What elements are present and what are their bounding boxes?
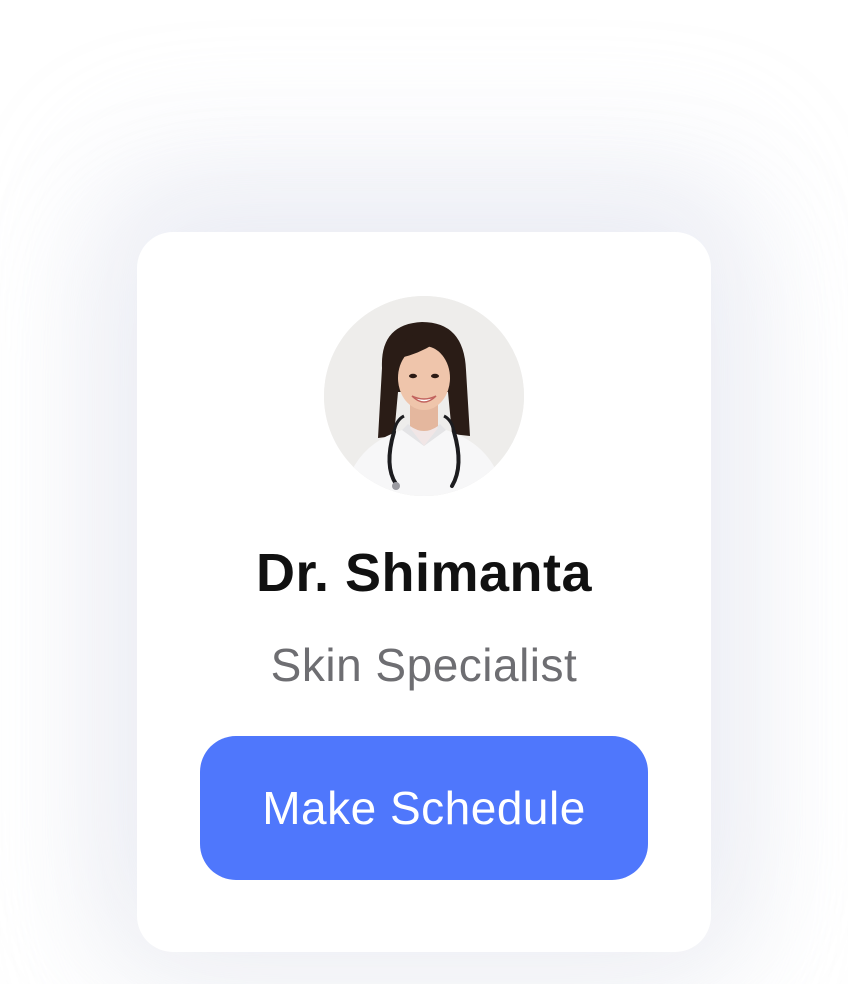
avatar xyxy=(324,296,524,496)
doctor-card: Dr. Shimanta Skin Specialist Make Schedu… xyxy=(137,232,711,952)
make-schedule-button[interactable]: Make Schedule xyxy=(200,736,648,880)
page: Dr. Shimanta Skin Specialist Make Schedu… xyxy=(0,0,848,984)
doctor-name: Dr. Shimanta xyxy=(255,543,593,603)
doctor-specialty: Skin Specialist xyxy=(270,639,578,691)
doctor-portrait-icon xyxy=(324,296,524,496)
